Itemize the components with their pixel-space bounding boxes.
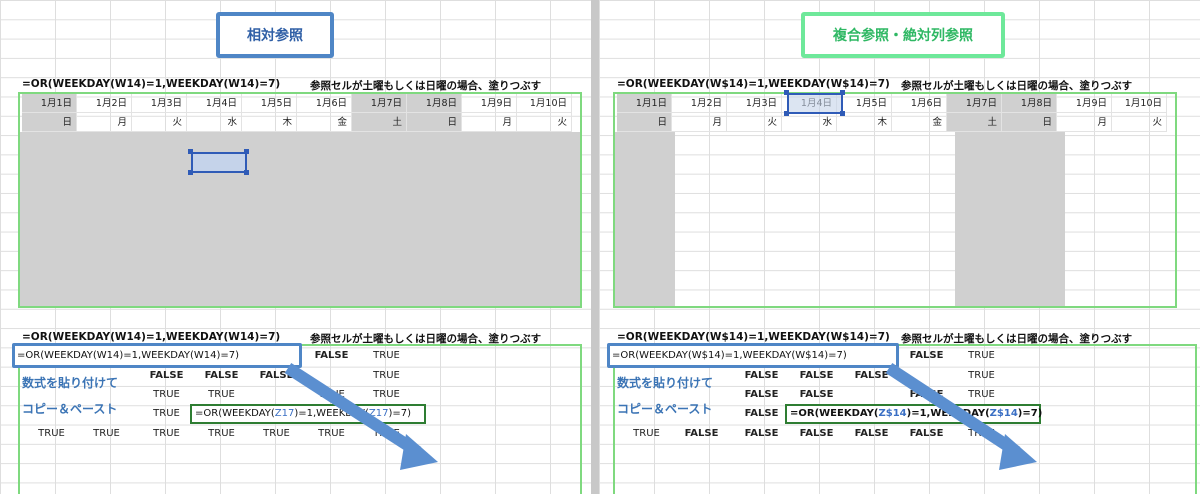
right-sheet-panel: 複合参照・絶対列参照 =OR(WEEKDAY(W$14)=1,WEEKDAY(W… — [599, 0, 1200, 494]
fill-down-arrow-icon — [284, 362, 438, 470]
arrow-head — [400, 434, 438, 470]
arrow-shaft — [284, 362, 422, 458]
panel-divider — [591, 0, 599, 494]
left-sheet-panel: 相対参照 =OR(WEEKDAY(W14)=1,WEEKDAY(W14)=7) … — [0, 0, 591, 494]
fill-down-arrow-icon — [885, 362, 1037, 470]
arrow-head — [999, 434, 1037, 470]
arrow-shaft — [885, 362, 1021, 458]
